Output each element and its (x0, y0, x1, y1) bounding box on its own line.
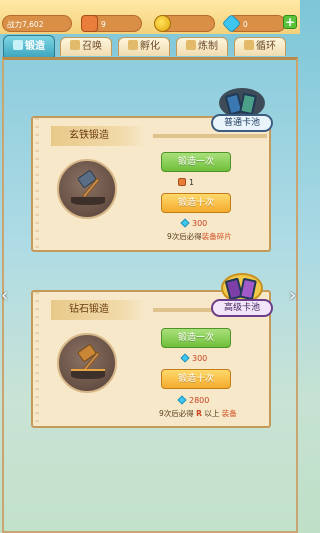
gem-icon (221, 13, 242, 34)
forge-ten-button[interactable]: 锻造十次 (161, 369, 231, 389)
hammer-anvil-icon (57, 333, 117, 393)
forge-once-button[interactable]: 锻造一次 (161, 152, 231, 172)
power-display: 战力7,602 (2, 15, 72, 32)
normal-pool-label: 普通卡池 (211, 114, 273, 132)
card-border-dots (35, 292, 39, 426)
card-border-dots (35, 118, 39, 252)
tab-summon[interactable]: 召唤 (60, 37, 112, 56)
tab-forge-label: 锻造 (25, 41, 45, 52)
normal-pool-badge[interactable]: 普通卡池 (209, 88, 275, 136)
premium-pool-label: 高级卡池 (211, 299, 273, 317)
resource-bar: 战力7,602 9 0 + (0, 0, 300, 34)
forge-once-button[interactable]: 锻造一次 (161, 328, 231, 348)
tab-refine[interactable]: 炼制 (176, 37, 228, 56)
guarantee-note: 9次后必得 R 以上 装备 (159, 409, 237, 418)
egg-icon (128, 40, 138, 50)
cost-ten: 300 (180, 218, 208, 229)
tab-forge[interactable]: 锻造 (3, 35, 55, 57)
cost-ten-value: 300 (192, 219, 208, 228)
cost-once-value: 300 (192, 354, 208, 363)
hammer-anvil-icon (57, 159, 117, 219)
cost-once-value: 1 (189, 178, 195, 187)
summon-icon (70, 40, 80, 50)
forge-card-iron: 玄铁锻造 锻造一次 1 锻造十次 300 9次后必得装备碎片 (31, 116, 271, 252)
card-title: 玄铁锻造 (51, 126, 146, 146)
anvil-icon (13, 40, 23, 50)
cost-once: 300 (180, 353, 208, 364)
card-title: 钻石锻造 (51, 300, 146, 320)
gem-icon (180, 218, 190, 228)
chevron-left-icon[interactable]: ‹ (1, 287, 11, 305)
cost-ten-value: 2800 (189, 396, 210, 405)
tab-cycle[interactable]: 循环 (234, 37, 286, 56)
scroll-value: 9 (101, 20, 106, 29)
cauldron-icon (186, 40, 196, 50)
tab-summon-label: 召唤 (82, 41, 102, 52)
premium-pool-badge[interactable]: 高级卡池 (209, 273, 275, 321)
scroll-counter: 9 (81, 15, 142, 32)
gem-icon (177, 395, 187, 405)
tab-refine-label: 炼制 (198, 41, 218, 52)
gem-icon (180, 353, 190, 363)
scroll-icon (81, 15, 98, 32)
cost-ten: 2800 (177, 395, 210, 406)
cycle-icon (244, 40, 254, 50)
scroll-icon (178, 178, 186, 186)
tab-bar: 锻造 召唤 孵化 炼制 循环 (0, 35, 300, 57)
cost-once: 1 (178, 178, 194, 188)
coin-icon (154, 15, 171, 32)
gem-value: 0 (243, 20, 248, 29)
tab-hatch-label: 孵化 (140, 41, 160, 52)
power-value: 战力7,602 (7, 20, 44, 29)
forge-ten-button[interactable]: 锻造十次 (161, 193, 231, 213)
guarantee-note: 9次后必得装备碎片 (167, 232, 232, 241)
tab-hatch[interactable]: 孵化 (118, 37, 170, 56)
gem-counter: 0 (221, 13, 286, 34)
add-gems-button[interactable]: + (283, 15, 297, 29)
chevron-right-icon[interactable]: › (289, 287, 299, 305)
coin-counter (154, 15, 215, 32)
tab-cycle-label: 循环 (256, 41, 276, 52)
